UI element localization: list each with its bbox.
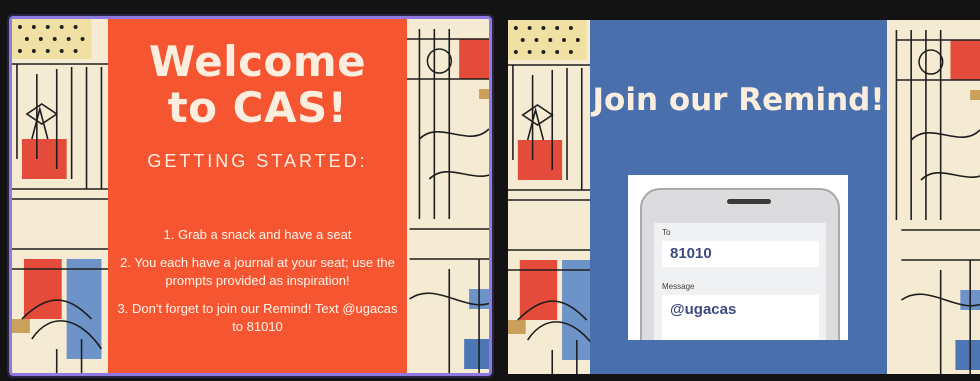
- remind-card: Join our Remind! To 81010 Message @ugaca…: [590, 20, 887, 374]
- phone-screen: To 81010 Message @ugacas: [654, 223, 826, 340]
- message-label: Message: [662, 282, 695, 291]
- to-label: To: [662, 228, 671, 237]
- to-field: 81010: [662, 241, 819, 267]
- step-3-text: 3. Don't forget to join our Remind! Text…: [117, 301, 398, 334]
- phone-body: To 81010 Message @ugacas: [640, 188, 840, 340]
- step-2-text: 2. You each have a journal at your seat;…: [120, 255, 395, 288]
- slide-title: Welcome to CAS!: [148, 37, 367, 132]
- slide-title: Join our Remind!: [592, 82, 885, 118]
- getting-started-heading: GETTING STARTED:: [147, 151, 368, 171]
- step-1-text: 1. Grab a snack and have a seat: [163, 227, 352, 242]
- phone-illustration: To 81010 Message @ugacas: [628, 175, 848, 340]
- message-field: @ugacas: [662, 295, 819, 340]
- slide-thumbnail-2[interactable]: Join our Remind! To 81010 Message @ugaca…: [508, 20, 980, 374]
- welcome-card: Welcome to CAS! GETTING STARTED: 1. Grab …: [108, 19, 407, 373]
- phone-speaker-icon: [727, 199, 771, 204]
- slide-thumbnail-1[interactable]: Welcome to CAS! GETTING STARTED: 1. Grab …: [7, 14, 494, 378]
